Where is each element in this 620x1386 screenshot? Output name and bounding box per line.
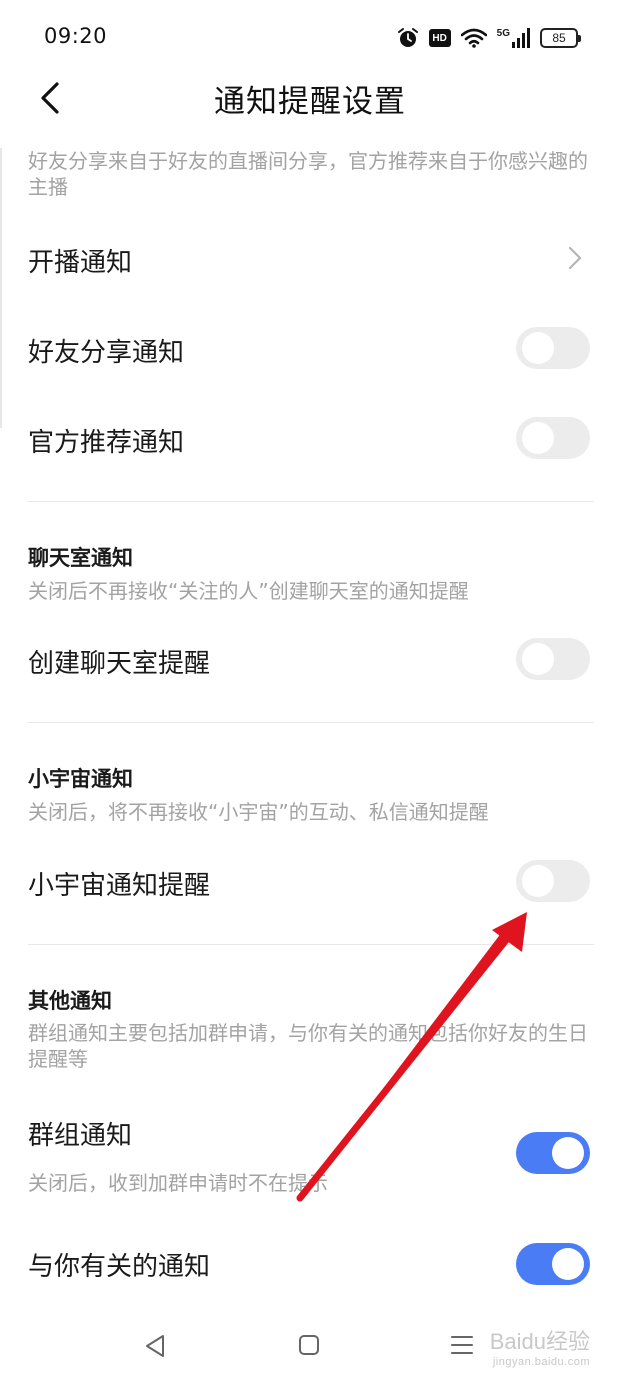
watermark-text: Baidu经验	[489, 1329, 590, 1354]
toggle-knob	[522, 643, 554, 675]
home-square-icon[interactable]	[298, 1334, 320, 1356]
chatroom-section-title: 聊天室通知	[28, 546, 133, 570]
universe-section-desc: 关闭后，将不再接收“小宇宙”的互动、私信通知提醒	[28, 800, 489, 824]
toggle-knob	[522, 332, 554, 364]
other-section-title: 其他通知	[28, 989, 112, 1013]
baidu-watermark: Baidu经验 jingyan.baidu.com	[490, 1324, 590, 1368]
friend-share-toggle[interactable]	[516, 327, 590, 369]
watermark-sub: jingyan.baidu.com	[492, 1356, 590, 1368]
universe-section-title: 小宇宙通知	[28, 767, 133, 791]
row-sub-group-notify: 关闭后，收到加群申请时不在提示	[28, 1171, 328, 1195]
other-section-desc: 群组通知主要包括加群申请，与你有关的通知包括你好友的生日提醒等	[28, 1021, 588, 1071]
row-label-friend-share: 好友分享通知	[28, 338, 185, 368]
row-label-universe-notify: 小宇宙通知提醒	[28, 871, 211, 901]
divider	[28, 944, 594, 945]
menu-lines-icon[interactable]	[450, 1334, 474, 1356]
wifi-icon	[460, 28, 487, 48]
divider	[28, 722, 594, 723]
back-triangle-icon[interactable]	[144, 1334, 166, 1358]
status-time: 09:20	[44, 24, 108, 48]
row-label-create-chatroom: 创建聊天室提醒	[28, 649, 211, 679]
status-bar: 09:20 HD 5G 85	[0, 0, 620, 70]
battery-icon: 85	[540, 28, 581, 48]
toggle-knob	[522, 422, 554, 454]
live-section-desc: 好友分享来自于好友的直播间分享，官方推荐来自于你感兴趣的主播	[28, 149, 588, 199]
row-label-official-recommend: 官方推荐通知	[28, 428, 185, 458]
divider	[28, 501, 594, 502]
row-label-related-notify: 与你有关的通知	[28, 1252, 211, 1282]
related-notify-toggle[interactable]	[516, 1243, 590, 1285]
official-recommend-toggle[interactable]	[516, 417, 590, 459]
row-label: 开播通知	[28, 248, 133, 278]
group-notify-toggle[interactable]	[516, 1132, 590, 1174]
scroll-indicator	[0, 148, 2, 428]
network-type-label: 5G	[496, 28, 510, 39]
system-nav-bar: Baidu经验 jingyan.baidu.com	[0, 1310, 620, 1386]
hd-icon: HD	[428, 29, 451, 47]
chevron-right-icon	[568, 246, 582, 270]
settings-content[interactable]: 好友分享来自于好友的直播间分享，官方推荐来自于你感兴趣的主播 开播通知 好友分享…	[0, 118, 620, 1310]
toggle-knob	[522, 865, 554, 897]
signal-icon: 5G	[497, 28, 530, 48]
status-icons: HD 5G 85	[397, 24, 581, 52]
page-title: 通知提醒设置	[214, 84, 406, 120]
chatroom-section-desc: 关闭后不再接收“关注的人”创建聊天室的通知提醒	[28, 579, 469, 603]
toggle-knob	[552, 1137, 584, 1169]
universe-notify-toggle[interactable]	[516, 860, 590, 902]
create-chatroom-toggle[interactable]	[516, 638, 590, 680]
row-label-group-notify: 群组通知	[28, 1121, 133, 1151]
toggle-knob	[552, 1248, 584, 1280]
alarm-icon	[397, 27, 419, 49]
